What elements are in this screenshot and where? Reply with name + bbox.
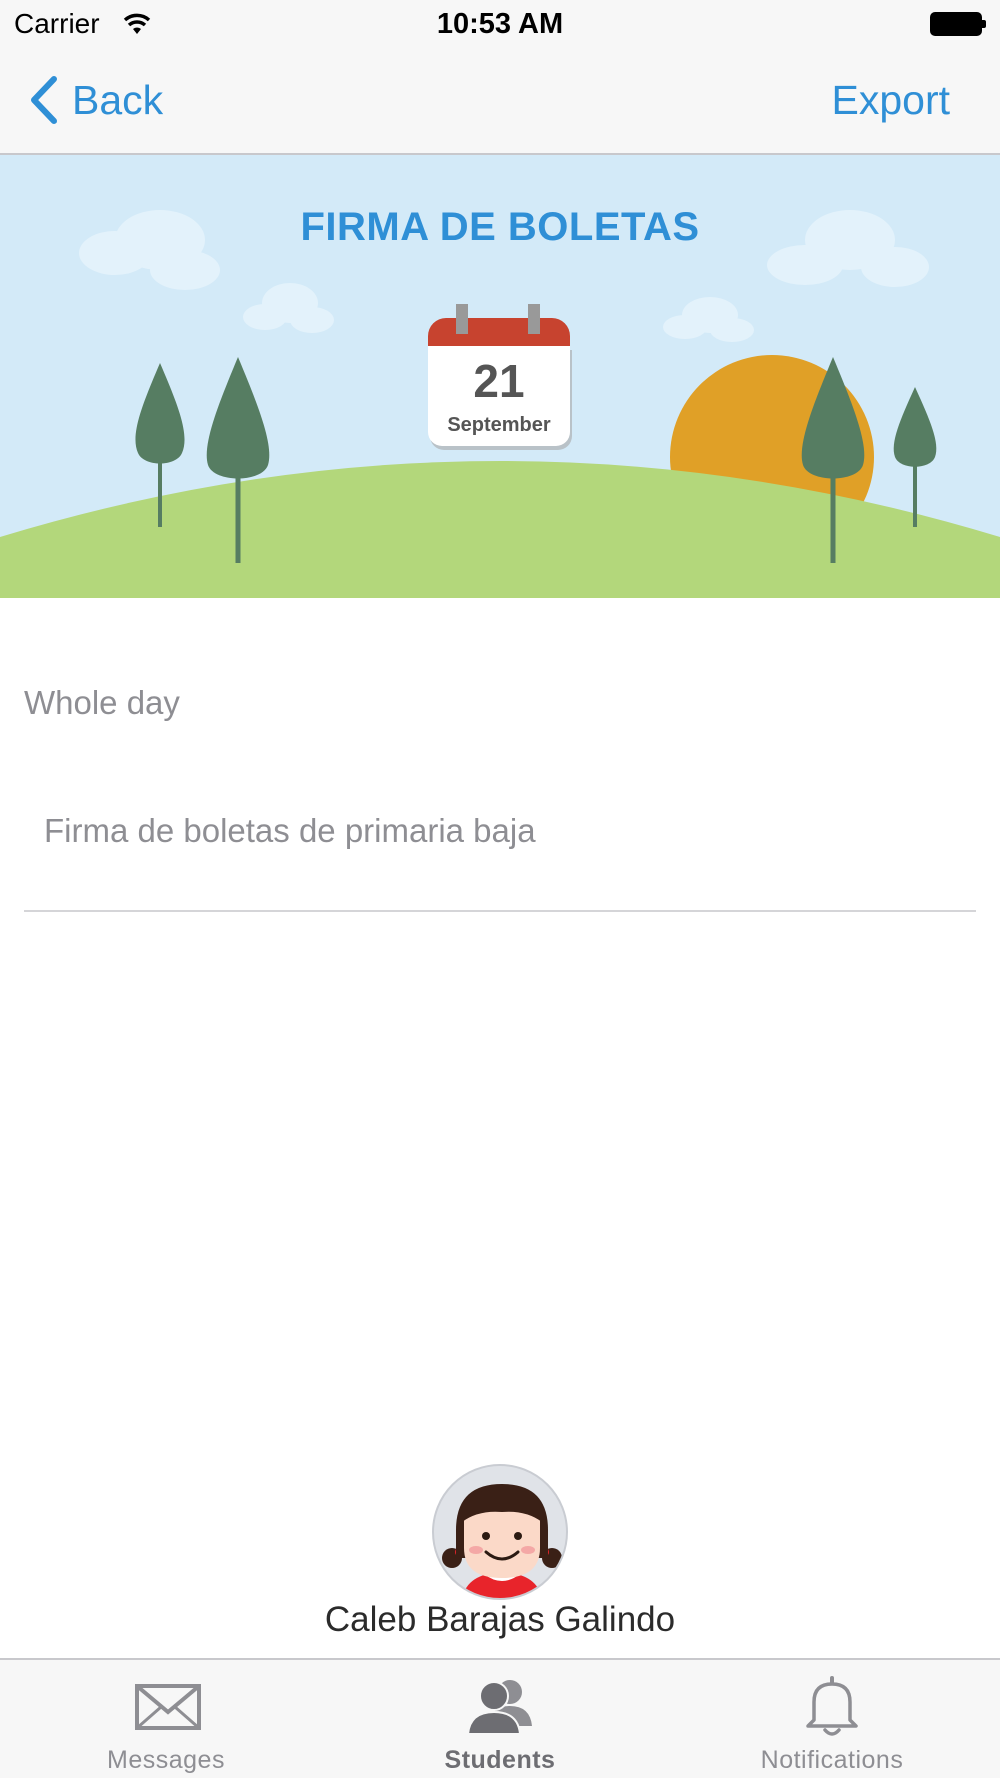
tab-students[interactable]: Students — [370, 1660, 630, 1778]
status-time: 10:53 AM — [436, 8, 564, 40]
divider — [24, 910, 976, 912]
people-icon — [466, 1680, 532, 1735]
bell-icon — [806, 1676, 858, 1736]
back-label: Back — [72, 76, 164, 123]
envelope-icon — [135, 1684, 201, 1730]
navigation-bar: Back Export — [0, 50, 1000, 155]
student-avatar[interactable] — [432, 1464, 568, 1600]
event-title: FIRMA DE BOLETAS — [300, 205, 700, 249]
calendar-icon: 21 September — [428, 304, 570, 446]
back-button[interactable]: Back — [26, 72, 163, 128]
girl-avatar-icon — [442, 1484, 562, 1598]
student-name: Caleb Barajas Galindo — [324, 1600, 676, 1639]
event-banner: FIRMA DE BOLETAS 21 September — [0, 155, 1000, 598]
tab-bar: Messages Students Notifications — [0, 1658, 1000, 1778]
tab-students-label: Students — [444, 1746, 556, 1774]
battery-icon — [930, 12, 986, 36]
status-bar: Carrier 10:53 AM — [0, 0, 1000, 50]
tab-messages-label: Messages — [107, 1746, 225, 1774]
tab-messages[interactable]: Messages — [36, 1660, 296, 1778]
calendar-day: 21 — [473, 355, 525, 407]
chevron-left-icon — [31, 76, 57, 124]
calendar-month: September — [447, 414, 551, 436]
tab-notifications[interactable]: Notifications — [702, 1660, 962, 1778]
event-time-label: Whole day — [24, 684, 180, 721]
tab-notifications-label: Notifications — [760, 1746, 904, 1774]
event-detail-screen: Carrier 10:53 AM Back Export FIRMA DE BO… — [0, 0, 1000, 1778]
event-description: Firma de boletas de primaria baja — [44, 812, 536, 849]
export-button[interactable]: Export — [832, 77, 951, 124]
